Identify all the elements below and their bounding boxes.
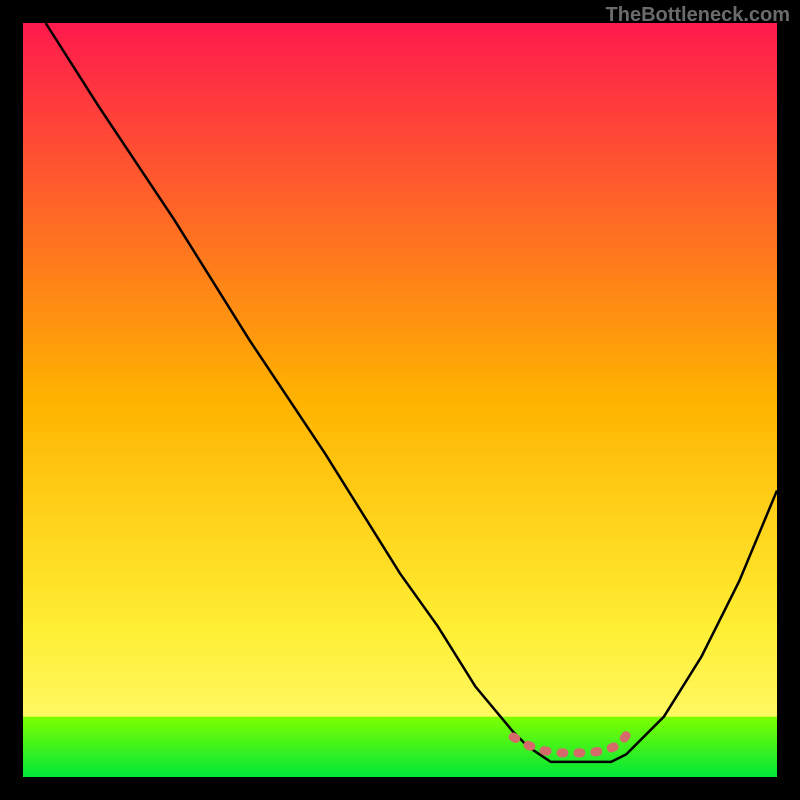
chart-container: TheBottleneck.com <box>0 0 800 800</box>
plot-area <box>23 23 777 777</box>
watermark-text: TheBottleneck.com <box>606 4 790 27</box>
gradient-background <box>23 23 777 777</box>
green-band <box>23 717 777 777</box>
chart-svg <box>23 23 777 777</box>
